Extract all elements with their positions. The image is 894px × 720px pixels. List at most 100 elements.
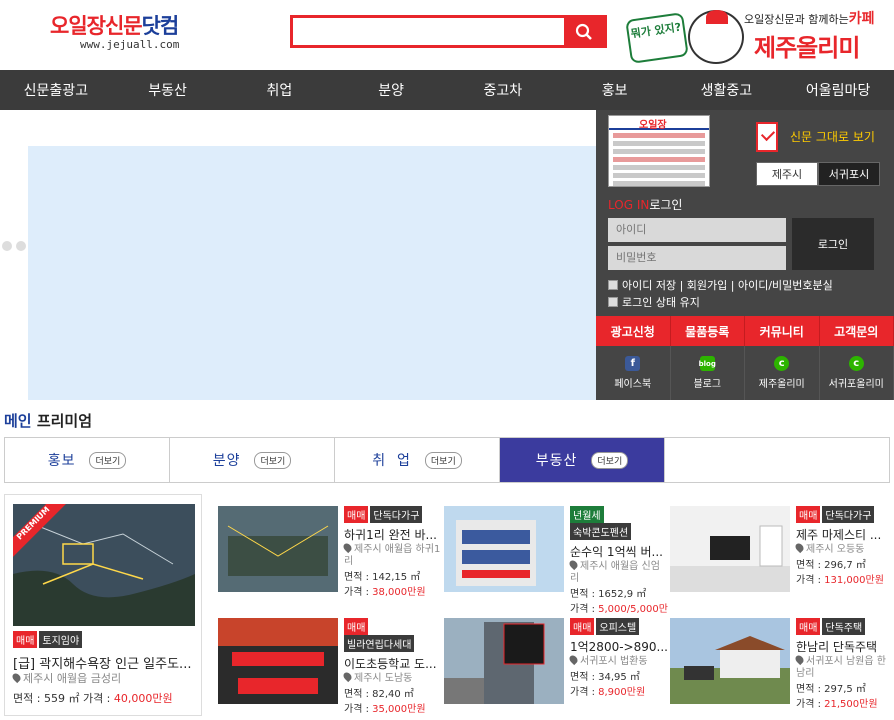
quick-ad-request[interactable]: 광고신청 [596, 316, 671, 346]
social-links: f 페이스북 blog 블로그 c 제주올리미 c 서귀포올리미 [596, 346, 894, 400]
listing-price: 가격 : 35,000만원 [344, 704, 426, 715]
cafe-icon: c [774, 356, 790, 371]
listing-image[interactable] [218, 506, 338, 592]
main-slider [0, 110, 596, 400]
listing-title[interactable]: [급] 곽지해수욕장 인근 일주도... [13, 653, 195, 672]
slider-dot[interactable] [16, 241, 26, 251]
nav-item-presale[interactable]: 분양 [335, 70, 447, 110]
site-logo[interactable]: 오일장신문닷컴 www.jejuall.com [50, 14, 230, 54]
newspaper-thumbnail[interactable]: 오일장 [608, 115, 710, 187]
nav-item-community[interactable]: 어울림마당 [782, 70, 894, 110]
quick-community[interactable]: 커뮤니티 [745, 316, 820, 346]
social-seogwipo-cafe[interactable]: c 서귀포올리미 [820, 346, 894, 400]
listing-title[interactable]: 순수익 1억씩 버... [570, 543, 668, 560]
search-bar [290, 15, 607, 48]
login-button[interactable]: 로그인 [792, 218, 874, 270]
slider-dot[interactable] [2, 241, 12, 251]
nav-item-promotion[interactable]: 홍보 [559, 70, 671, 110]
listing-area: 면적 : 297,5 ㎡ [796, 684, 866, 695]
listing-info: 매매 단독다가구 제주 마제스티 ... 제주시 오등동 면적 : 296,7 ㎡… [793, 506, 894, 586]
search-icon [575, 23, 592, 40]
facebook-icon: f [625, 356, 641, 371]
nav-item-real-estate[interactable]: 부동산 [112, 70, 224, 110]
listing-card[interactable]: 매매 단독다가구 하귀1리 완전 바... 제주시 애월읍 하귀1리 면적 : 1… [218, 506, 440, 606]
banner-title: 제주올리미 [754, 34, 860, 62]
tab-jeju-city[interactable]: 제주시 [756, 162, 818, 186]
listing-area: 면적 : 82,40 ㎡ [344, 689, 414, 700]
more-button[interactable]: 더보기 [254, 451, 292, 469]
listing-image[interactable] [444, 506, 564, 592]
location-pin-icon [793, 653, 806, 666]
more-button[interactable]: 더보기 [89, 451, 127, 469]
listing-area: 면적 : 1652,9 ㎡ [570, 589, 647, 600]
listing-card[interactable]: 매매빌라연립다세대 이도초등학교 도... 제주시 도남동 면적 : 82,40… [218, 618, 440, 718]
quick-customer-inquiry[interactable]: 고객문의 [820, 316, 894, 346]
tab-real-estate[interactable]: 부동산 더보기 [500, 438, 665, 482]
listing-card[interactable]: 매매 단독주택 한남리 단독주택 서귀포시 남원읍 한남리 면적 : 297,5 … [670, 618, 892, 718]
check-icon [756, 122, 778, 152]
premium-featured-listing[interactable]: PREMIUM 매매 토지임야 [급] 곽지해수욕장 인근 일주도... 제주시 … [4, 494, 202, 716]
slider-image[interactable] [28, 146, 596, 400]
listing-info: 매매 오피스텔 1억2800->890... 서귀포시 법환동 면적 : 34,9… [567, 618, 668, 698]
nav-item-jobs[interactable]: 취업 [224, 70, 336, 110]
listing-price: 가격 : 8,900만원 [570, 687, 646, 698]
search-input[interactable] [293, 18, 563, 45]
nav-item-used-goods[interactable]: 생활중고 [671, 70, 783, 110]
blog-icon: blog [699, 356, 716, 371]
listing-area-price: 면적 : 559 ㎡ 가격 : 40,000만원 [13, 692, 173, 705]
listing-title[interactable]: 하귀1리 완전 바... [344, 526, 442, 543]
social-blog[interactable]: blog 블로그 [671, 346, 745, 400]
logo-url: www.jejuall.com [80, 38, 180, 51]
more-button[interactable]: 더보기 [424, 451, 462, 469]
listing-card[interactable]: 년월세숙박콘도펜션 순수익 1억씩 버... 제주시 애월읍 신엄리 면적 : … [444, 506, 668, 630]
main-nav: 신문출광고 부동산 취업 분양 중고차 홍보 생활중고 어울림마당 [0, 70, 894, 110]
keep-login-checkbox[interactable] [608, 297, 618, 307]
save-id-checkbox[interactable] [608, 280, 618, 290]
view-newspaper-button[interactable]: 신문 그대로 보기 [756, 122, 886, 158]
password-input[interactable] [608, 246, 786, 270]
cafe-banner[interactable]: 뭐가 있지? 오일장신문과 함께하는카페 제주올리미 [625, 6, 882, 66]
listing-title[interactable]: 한남리 단독주택 [796, 638, 894, 655]
listing-image[interactable] [444, 618, 564, 704]
listing-image[interactable] [218, 618, 338, 704]
listing-image[interactable] [670, 506, 790, 592]
listing-title[interactable]: 1억2800->890... [570, 638, 668, 655]
listing-image[interactable]: PREMIUM [13, 504, 195, 626]
logo-text-main: 오일장신문 [50, 14, 143, 38]
search-button[interactable] [564, 18, 604, 45]
tab-promotion[interactable]: 홍보 더보기 [5, 438, 170, 482]
social-facebook[interactable]: f 페이스북 [596, 346, 671, 400]
tab-seogwipo-city[interactable]: 서귀포시 [818, 162, 880, 186]
listing-info: 매매 단독주택 한남리 단독주택 서귀포시 남원읍 한남리 면적 : 297,5 … [793, 618, 894, 710]
listing-location: 서귀포시 남원읍 한남리 [793, 653, 894, 680]
location-pin-icon [567, 558, 580, 571]
nav-item-newspaper-ad[interactable]: 신문출광고 [0, 70, 112, 110]
section-title-premium: 메인 프리미엄 [4, 412, 93, 430]
listing-badges: 매매 토지임야 [13, 631, 84, 648]
listing-location: 제주시 도남동 [341, 670, 442, 685]
tab-jobs[interactable]: 취 업 더보기 [335, 438, 500, 482]
listing-price: 가격 : 38,000만원 [344, 587, 426, 598]
tab-presale[interactable]: 분양 더보기 [170, 438, 335, 482]
listing-info: 년월세숙박콘도펜션 순수익 1억씩 버... 제주시 애월읍 신엄리 면적 : … [567, 506, 668, 630]
listing-price: 가격 : 21,500만원 [796, 699, 878, 710]
listing-card[interactable]: 매매 단독다가구 제주 마제스티 ... 제주시 오등동 면적 : 296,7 ㎡… [670, 506, 892, 606]
listing-title[interactable]: 제주 마제스티 ... [796, 526, 894, 543]
listing-title[interactable]: 이도초등학교 도... [344, 655, 442, 672]
listing-card[interactable]: 매매 오피스텔 1억2800->890... 서귀포시 법환동 면적 : 34,9… [444, 618, 668, 718]
quick-menu: 광고신청 물품등록 커뮤니티 고객문의 [596, 316, 894, 346]
more-button[interactable]: 더보기 [591, 451, 629, 469]
listing-area: 면적 : 142,15 ㎡ [344, 572, 421, 583]
id-input[interactable] [608, 218, 786, 242]
nav-item-used-cars[interactable]: 중고차 [447, 70, 559, 110]
location-pin-icon [793, 541, 806, 554]
listing-area: 면적 : 34,95 ㎡ [570, 672, 640, 683]
premium-tabs: 홍보 더보기 분양 더보기 취 업 더보기 부동산 더보기 [4, 437, 890, 483]
listing-image[interactable] [670, 618, 790, 704]
listing-location: 제주시 애월읍 금성리 [10, 671, 121, 685]
listing-area: 면적 : 296,7 ㎡ [796, 560, 866, 571]
login-title: LOG IN로그인 [608, 198, 683, 212]
quick-item-register[interactable]: 물품등록 [671, 316, 745, 346]
listing-location: 제주시 오등동 [793, 541, 894, 556]
social-jeju-cafe[interactable]: c 제주올리미 [745, 346, 820, 400]
